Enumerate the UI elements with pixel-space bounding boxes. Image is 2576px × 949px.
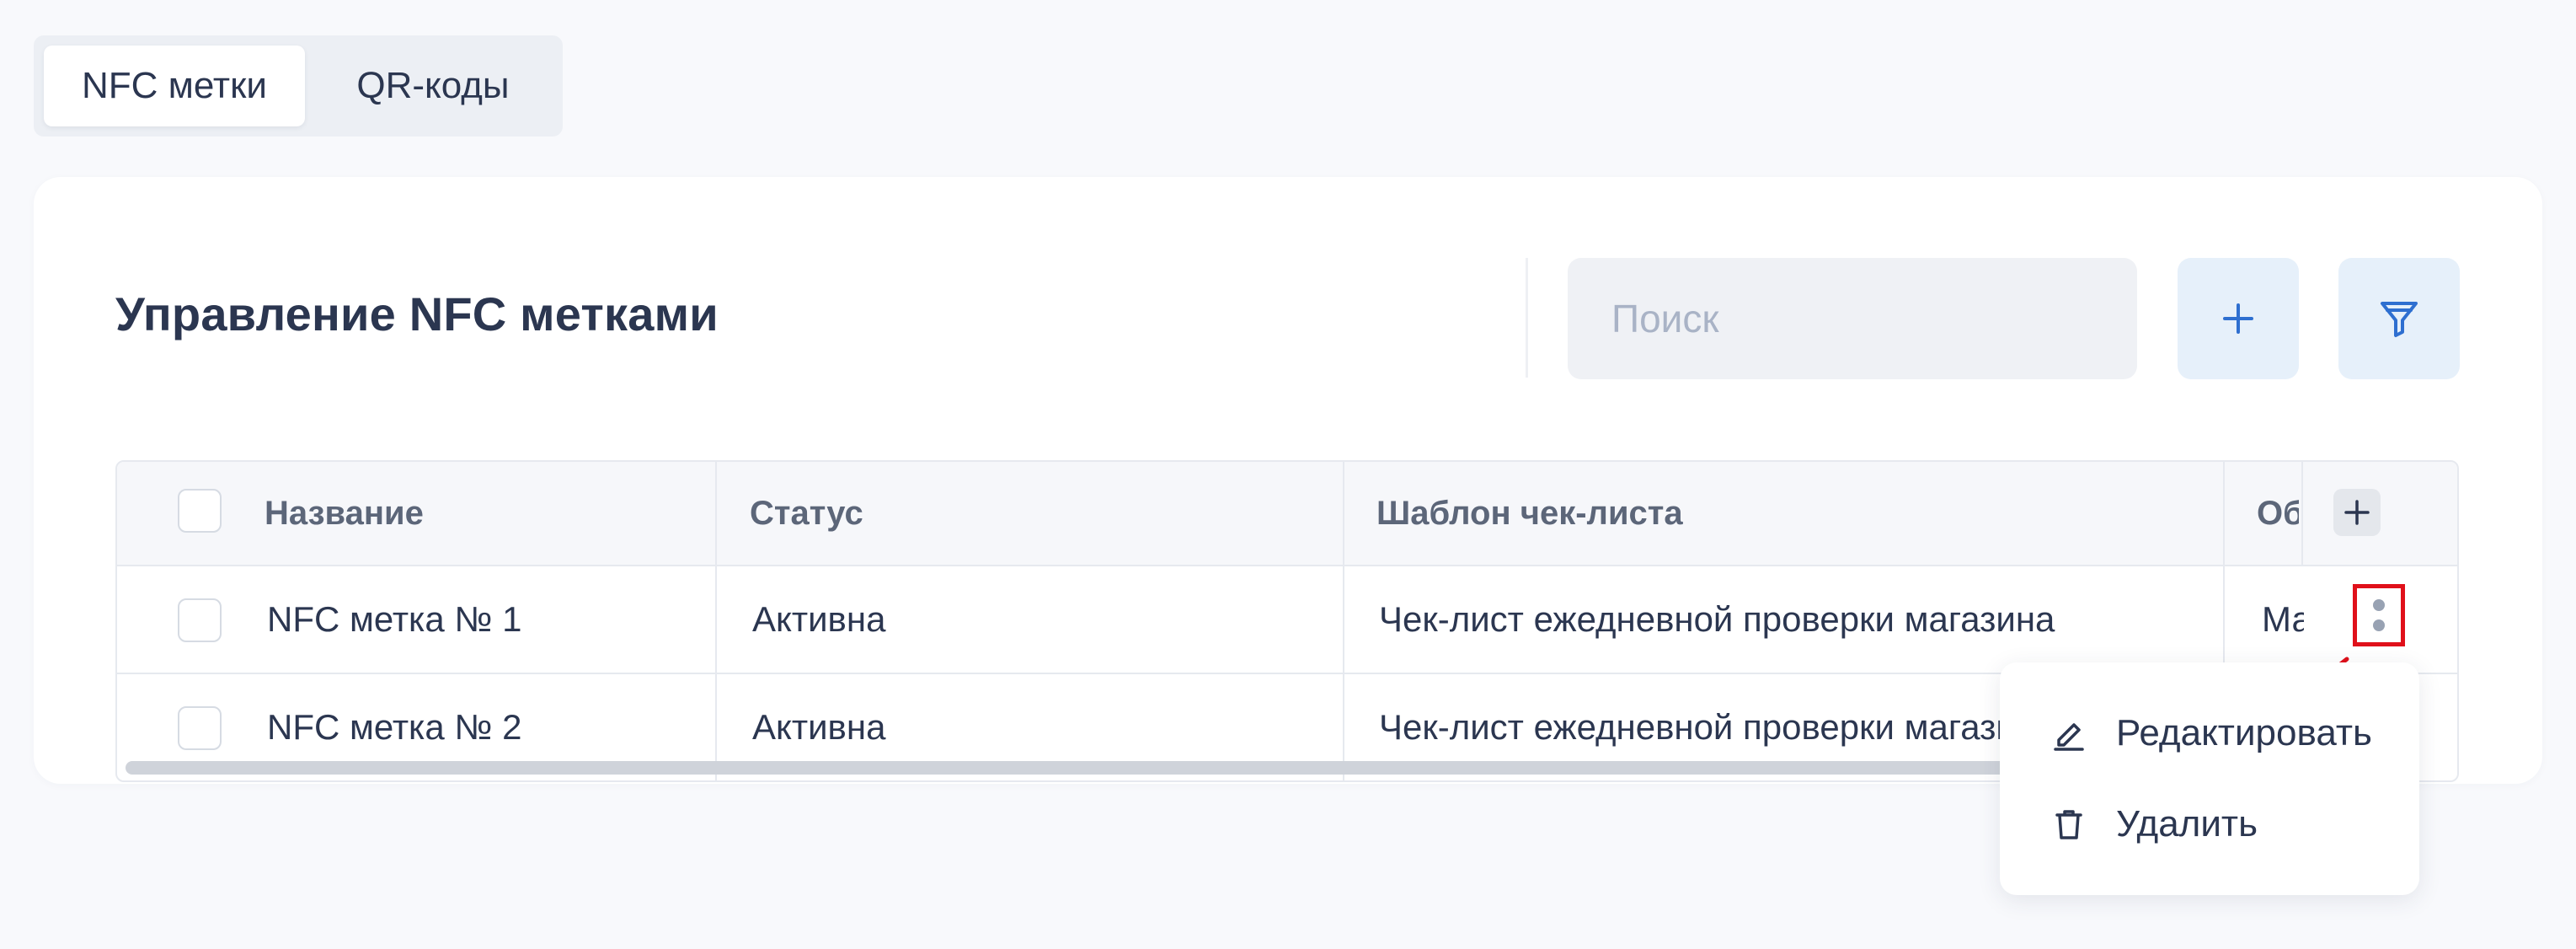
add-column-button[interactable] — [2333, 489, 2381, 536]
column-divider — [1343, 566, 1344, 673]
row-checkbox[interactable] — [178, 706, 222, 750]
cell-name: NFC метка № 1 — [267, 599, 522, 639]
column-divider — [2223, 462, 2225, 565]
column-divider — [1343, 462, 1344, 565]
menu-item-delete-label: Удалить — [2116, 803, 2258, 844]
menu-item-delete[interactable]: Удалить — [2000, 782, 2419, 866]
tab-nfc-tags[interactable]: NFC метки — [44, 46, 305, 126]
more-vertical-icon — [2373, 599, 2385, 631]
tab-bar: NFC метки QR-коды — [34, 35, 563, 137]
column-header-name[interactable]: Название — [265, 462, 703, 565]
cell-status: Активна — [752, 599, 886, 639]
column-header-status[interactable]: Статус — [750, 462, 1339, 565]
table-header: Название Статус Шаблон чек-листа Об — [117, 462, 2457, 566]
table-row[interactable]: NFC метка № 1 Активна Чек-лист ежедневно… — [117, 566, 2457, 674]
column-divider — [715, 566, 717, 673]
pencil-icon — [2050, 715, 2087, 752]
trash-icon — [2050, 806, 2087, 843]
horizontal-scrollbar[interactable] — [126, 761, 2147, 775]
cell-template: Чек-лист ежедневной проверки магазина — [1379, 599, 2055, 639]
column-divider — [2301, 462, 2303, 565]
search-input[interactable] — [1568, 258, 2137, 379]
filter-button[interactable] — [2338, 258, 2460, 379]
add-button[interactable] — [2178, 258, 2299, 379]
plus-icon — [2344, 500, 2370, 525]
row-actions-menu: Редактировать Удалить — [2000, 662, 2419, 895]
select-all-checkbox[interactable] — [178, 489, 222, 533]
menu-item-edit[interactable]: Редактировать — [2000, 691, 2419, 775]
tab-qr-codes[interactable]: QR-коды — [313, 46, 553, 126]
column-header-template[interactable]: Шаблон чек-листа — [1376, 462, 2219, 565]
column-divider — [715, 462, 717, 565]
menu-item-edit-label: Редактировать — [2116, 712, 2372, 753]
row-actions-button[interactable] — [2353, 584, 2405, 646]
plus-icon — [2223, 303, 2253, 334]
app-stage: NFC метки QR-коды Управление NFC метками… — [0, 0, 2576, 949]
column-header-object[interactable]: Об — [2257, 462, 2299, 565]
header-divider — [1526, 258, 1528, 378]
column-divider — [2223, 566, 2225, 673]
row-checkbox[interactable] — [178, 598, 222, 642]
page-title: Управление NFC метками — [115, 287, 719, 340]
filter-icon — [2381, 302, 2418, 337]
